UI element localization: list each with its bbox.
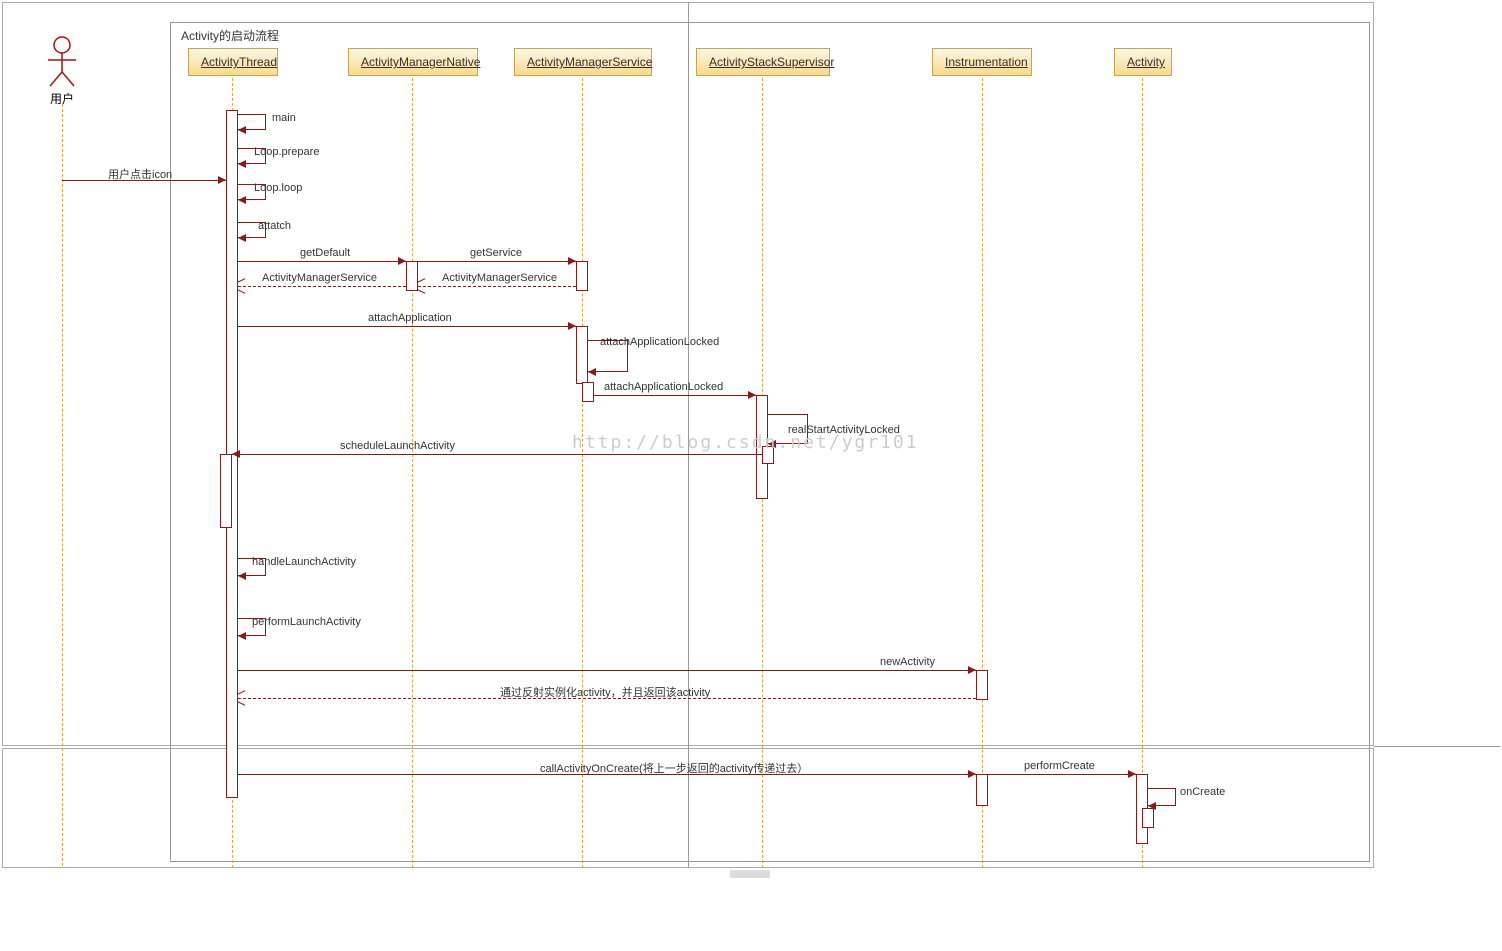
- msg-callcreate: callActivityOnCreate(将上一步返回的activity传递过去…: [540, 760, 808, 776]
- line-getservice: [418, 261, 576, 262]
- arrow-callcreate: [968, 770, 976, 778]
- arrow-getdefault: [398, 257, 406, 265]
- msg-attachapp: attachApplication: [368, 312, 452, 324]
- line-performcreate: [988, 774, 1136, 775]
- msg-userclick: 用户点击icon: [108, 166, 172, 182]
- arrow-return-ams1: [418, 282, 426, 290]
- self-attachapplocked-arrow: [588, 368, 596, 376]
- head-activitystacksupervisor: ActivityStackSupervisor: [696, 48, 830, 76]
- line-schedule: [232, 454, 762, 455]
- msg-getdefault: getDefault: [300, 247, 350, 259]
- scrollbar-hint[interactable]: [730, 870, 770, 878]
- arrow-newactivity: [968, 666, 976, 674]
- line-return-ams2: [238, 286, 406, 287]
- self-prepare-arrow: [238, 160, 246, 168]
- sequence-diagram: Activity的启动流程 用户 ActivityThread Activity…: [0, 0, 1502, 951]
- msg-return-ams2: ActivityManagerService: [262, 272, 377, 284]
- head-instrumentation: Instrumentation: [932, 48, 1032, 76]
- arrow-return-ams2: [238, 282, 246, 290]
- msg-schedule: scheduleLaunchActivity: [340, 440, 455, 452]
- lifeline-5: [982, 78, 983, 868]
- msg-attach: attatch: [258, 220, 291, 232]
- self-main-arrow: [238, 126, 246, 134]
- head-activitymanagerservice: ActivityManagerService: [514, 48, 652, 76]
- arrow-schedule: [232, 450, 240, 458]
- msg-return-activity: 通过反射实例化activity，并且返回该activity: [500, 684, 710, 700]
- arrow-performcreate: [1128, 770, 1136, 778]
- msg-attachapplocked: attachApplicationLocked: [600, 336, 719, 348]
- line-return-ams1: [418, 286, 576, 287]
- act-instrumentation-new: [976, 670, 988, 700]
- arrow-getservice: [568, 257, 576, 265]
- line-attachapplocked2: [594, 395, 756, 396]
- self-handle-arrow: [238, 572, 246, 580]
- act-activity-oncreate: [1142, 808, 1154, 828]
- arrow-attachapp: [568, 322, 576, 330]
- arrow-userclick: [218, 176, 226, 184]
- self-attach-arrow: [238, 234, 246, 242]
- msg-performcreate: performCreate: [1024, 760, 1095, 772]
- msg-main: main: [272, 112, 296, 124]
- head-activity: Activity: [1114, 48, 1172, 76]
- msg-oncreate: onCreate: [1180, 786, 1225, 798]
- actor-user: 用户: [44, 36, 80, 107]
- self-oncreate-arrow: [1148, 802, 1156, 810]
- lifeline-3: [582, 78, 583, 868]
- arrow-return-activity: [238, 694, 246, 702]
- right-guide: [1374, 746, 1500, 747]
- act-instrumentation-call: [976, 774, 988, 806]
- lifeline-6: [1142, 78, 1143, 868]
- watermark-text: http://blog.csdn.net/ygr101: [572, 432, 919, 453]
- line-attachapp: [238, 326, 576, 327]
- act-thread-schedule: [220, 454, 232, 528]
- line-newactivity: [238, 670, 976, 671]
- actor-lifeline: [62, 104, 63, 866]
- msg-perform: performLaunchActivity: [252, 616, 361, 628]
- lifeline-2: [412, 78, 413, 868]
- line-getdefault: [238, 261, 406, 262]
- act-ams-getservice: [576, 261, 588, 291]
- msg-handle: handleLaunchActivity: [252, 556, 356, 568]
- stick-figure-icon: [44, 36, 80, 88]
- msg-prepare: Loop.prepare: [254, 146, 319, 158]
- head-activitythread: ActivityThread: [188, 48, 278, 76]
- msg-newactivity: newActivity: [880, 656, 935, 668]
- msg-return-ams1: ActivityManagerService: [442, 272, 557, 284]
- arrow-attachapplocked2: [748, 391, 756, 399]
- diagram-title: Activity的启动流程: [175, 25, 285, 46]
- msg-attachapplocked2: attachApplicationLocked: [604, 381, 723, 393]
- msg-getservice: getService: [470, 247, 522, 259]
- self-loop-arrow: [238, 196, 246, 204]
- act-ams-attach: [576, 326, 588, 384]
- act-native: [406, 261, 418, 291]
- self-perform-arrow: [238, 632, 246, 640]
- act-ams-attach2: [582, 382, 594, 402]
- msg-loop: Loop.loop: [254, 182, 302, 194]
- head-activitymanagernative: ActivityManagerNative: [348, 48, 478, 76]
